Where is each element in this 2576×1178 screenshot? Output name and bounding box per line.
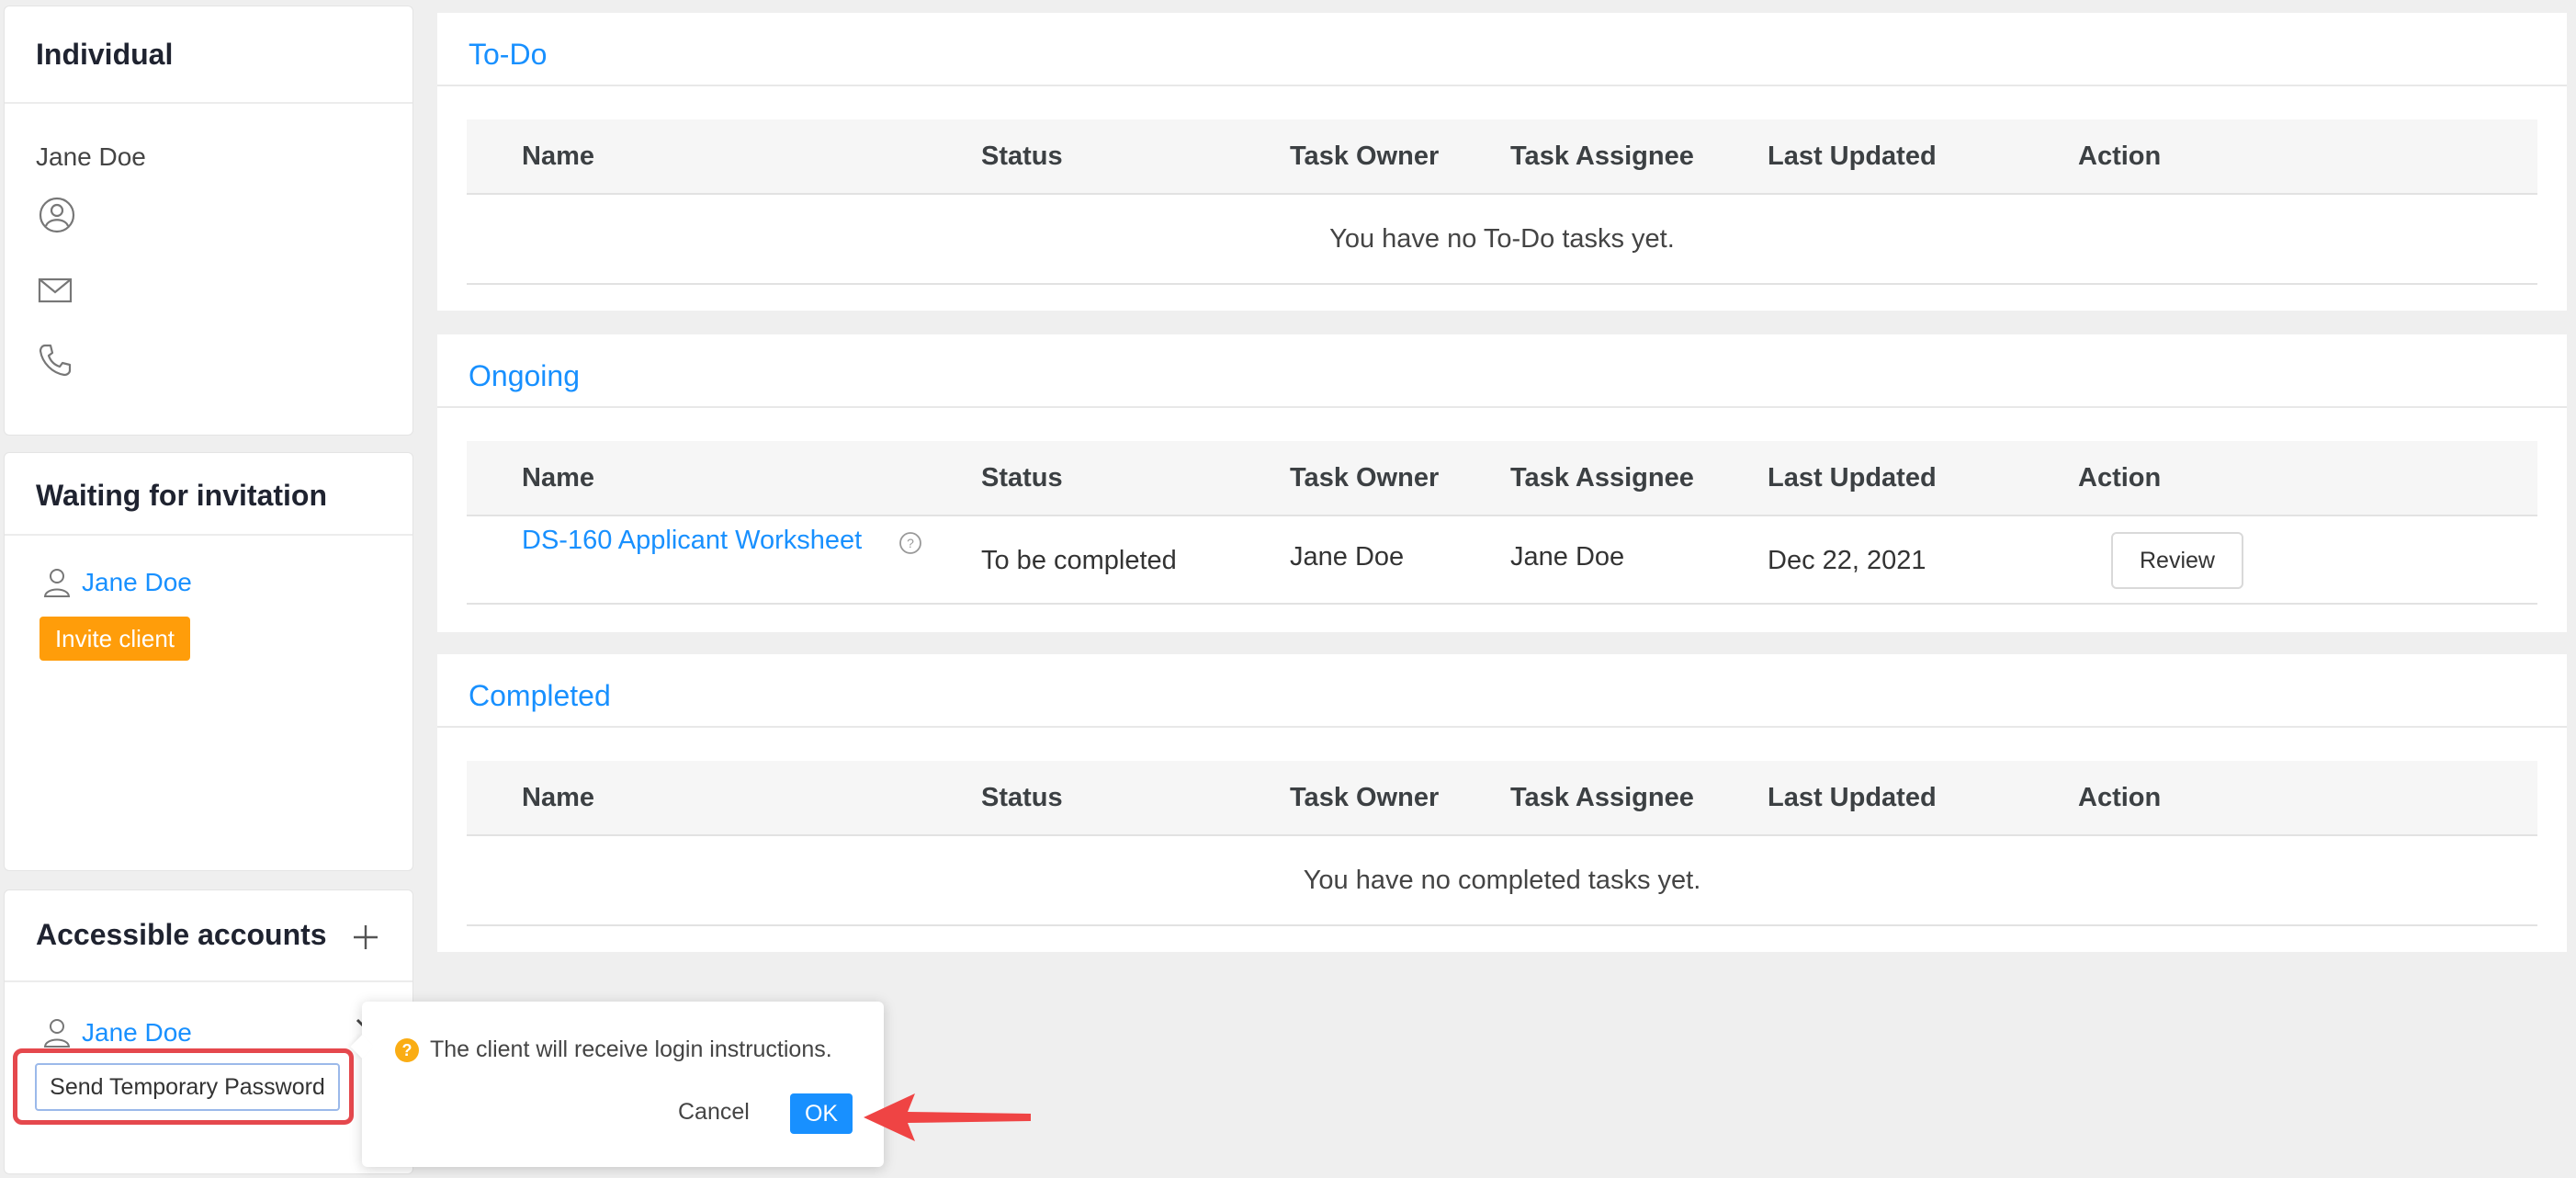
col-task-owner: Task Owner (1290, 783, 1440, 812)
col-action: Action (2078, 783, 2162, 812)
annotation-arrow-icon (864, 1093, 1031, 1141)
individual-name: Jane Doe (36, 142, 146, 171)
popover-message: The client will receive login instructio… (430, 1036, 832, 1062)
individual-card: Individual Jane Doe (4, 6, 413, 436)
col-last-updated: Last Updated (1768, 142, 1937, 171)
user-icon (43, 1019, 71, 1048)
todo-table: Name Status Task Owner Task Assignee Las… (467, 119, 2537, 285)
user-circle-icon (39, 197, 75, 233)
col-name: Name (522, 783, 594, 812)
col-task-assignee: Task Assignee (1510, 142, 1694, 171)
mail-icon (38, 278, 73, 303)
account-name-link[interactable]: Jane Doe (82, 1018, 192, 1048)
waiting-title: Waiting for invitation (5, 453, 412, 536)
col-last-updated: Last Updated (1768, 783, 1937, 812)
ongoing-table-header: Name Status Task Owner Task Assignee Las… (467, 441, 2537, 516)
completed-table-header: Name Status Task Owner Task Assignee Las… (467, 761, 2537, 836)
task-assignee: Jane Doe (1510, 542, 1625, 572)
col-name: Name (522, 142, 594, 171)
review-button[interactable]: Review (2111, 532, 2243, 589)
ongoing-table: Name Status Task Owner Task Assignee Las… (467, 441, 2537, 605)
accessible-accounts-card: Accessible accounts Jane Doe (4, 889, 413, 1174)
todo-title: To-Do (437, 13, 2567, 86)
col-status: Status (981, 783, 1063, 812)
question-icon: ? (395, 1038, 419, 1062)
invite-client-button[interactable]: Invite client (40, 617, 190, 661)
cancel-button[interactable]: Cancel (678, 1099, 750, 1126)
completed-title: Completed (437, 654, 2567, 728)
waiting-invitation-card: Waiting for invitation Jane Doe Invite c… (4, 452, 413, 871)
col-task-assignee: Task Assignee (1510, 783, 1694, 812)
todo-empty-message: You have no To-Do tasks yet. (467, 195, 2537, 285)
table-row: DS-160 Applicant Worksheet ? To be compl… (467, 516, 2537, 605)
user-icon (43, 569, 71, 597)
col-last-updated: Last Updated (1768, 463, 1937, 493)
ongoing-section: Ongoing Name Status Task Owner Task Assi… (437, 334, 2567, 632)
col-name: Name (522, 463, 594, 493)
task-last-updated: Dec 22, 2021 (1768, 546, 1926, 575)
svg-text:?: ? (907, 536, 914, 550)
col-task-owner: Task Owner (1290, 142, 1440, 171)
phone-icon (39, 344, 72, 377)
waiting-client-link[interactable]: Jane Doe (82, 568, 192, 597)
col-task-assignee: Task Assignee (1510, 463, 1694, 493)
task-name-link[interactable]: DS-160 Applicant Worksheet (522, 526, 862, 556)
ok-button[interactable]: OK (790, 1093, 853, 1134)
col-status: Status (981, 142, 1063, 171)
help-icon[interactable]: ? (898, 531, 922, 555)
todo-section: To-Do Name Status Task Owner Task Assign… (437, 13, 2567, 311)
col-action: Action (2078, 463, 2162, 493)
task-owner: Jane Doe (1290, 542, 1405, 572)
add-account-plus-icon[interactable] (352, 923, 379, 951)
individual-title: Individual (5, 6, 412, 104)
send-temporary-password-button[interactable]: Send Temporary Password (35, 1063, 340, 1111)
waiting-client-row: Jane Doe (43, 567, 192, 598)
ongoing-title: Ongoing (437, 334, 2567, 408)
todo-table-header: Name Status Task Owner Task Assignee Las… (467, 119, 2537, 195)
account-row: Jane Doe (43, 1017, 192, 1048)
completed-section: Completed Name Status Task Owner Task As… (437, 654, 2567, 952)
col-action: Action (2078, 142, 2162, 171)
task-status: To be completed (981, 546, 1177, 575)
completed-table: Name Status Task Owner Task Assignee Las… (467, 761, 2537, 926)
completed-empty-message: You have no completed tasks yet. (467, 836, 2537, 926)
col-task-owner: Task Owner (1290, 463, 1440, 493)
col-status: Status (981, 463, 1063, 493)
confirm-popover: ? The client will receive login instruct… (350, 1002, 884, 1167)
